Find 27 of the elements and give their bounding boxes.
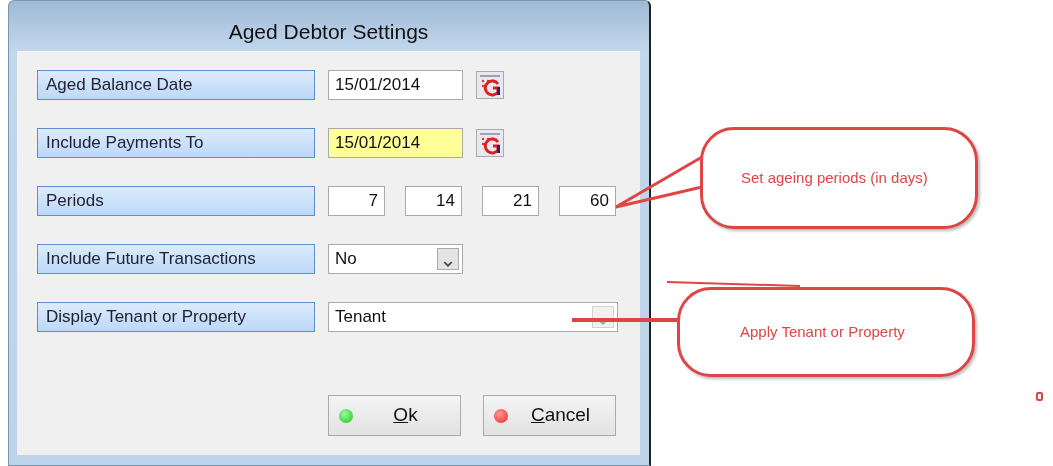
- period-field[interactable]: 14: [405, 186, 462, 216]
- field-label: Periods: [37, 186, 315, 216]
- date-field[interactable]: 15/01/2014: [328, 128, 463, 158]
- dropdown-value: Tenant: [335, 306, 387, 328]
- field-label: Include Payments To: [37, 128, 315, 158]
- annotation-mark: [1036, 392, 1043, 401]
- calendar-icon[interactable]: [476, 71, 504, 99]
- field-label: Include Future Transactions: [37, 244, 315, 274]
- dropdown-field[interactable]: Tenant: [328, 302, 618, 332]
- status-dot-icon: [339, 408, 353, 423]
- field-label: Display Tenant or Property: [37, 302, 315, 332]
- calendar-icon[interactable]: [476, 129, 504, 157]
- period-field[interactable]: 60: [559, 186, 616, 216]
- callout-text: Set ageing periods (in days): [741, 167, 928, 188]
- caret-icon[interactable]: [437, 248, 459, 270]
- field-label: Aged Balance Date: [37, 70, 315, 100]
- dropdown-field[interactable]: No: [328, 244, 463, 274]
- cancel-button[interactable]: Cancel: [483, 395, 616, 436]
- dropdown-value: No: [335, 248, 357, 270]
- callout-text: Apply Tenant or Property: [740, 321, 905, 342]
- caret-icon[interactable]: [592, 306, 614, 328]
- window-title: Aged Debtor Settings: [227, 19, 430, 45]
- period-field[interactable]: 7: [328, 186, 385, 216]
- ok-button[interactable]: Ok: [328, 395, 461, 436]
- date-field[interactable]: 15/01/2014: [328, 70, 463, 100]
- period-field[interactable]: 21: [482, 186, 539, 216]
- status-dot-icon: [494, 408, 508, 423]
